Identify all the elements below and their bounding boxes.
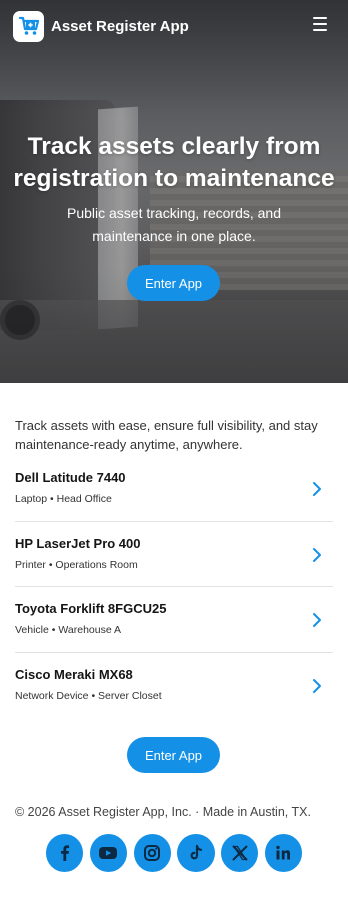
youtube-icon[interactable] xyxy=(89,834,127,872)
asset-list-item[interactable]: HP LaserJet Pro 400 Printer • Operations… xyxy=(15,522,333,587)
asset-meta: Laptop • Head Office xyxy=(15,493,112,505)
asset-name: Cisco Meraki MX68 xyxy=(15,666,133,682)
chevron-right-icon xyxy=(313,547,321,562)
asset-name: Dell Latitude 7440 xyxy=(15,470,126,485)
social-links xyxy=(46,834,302,872)
asset-list-item[interactable]: Dell Latitude 7440 Laptop • Head Office xyxy=(15,456,333,522)
app-name[interactable]: Asset Register App xyxy=(51,18,189,35)
navbar: Asset Register App xyxy=(0,0,348,52)
chevron-right-icon xyxy=(313,678,321,693)
asset-meta: Printer • Operations Room xyxy=(15,558,138,571)
chevron-right-icon xyxy=(313,613,321,627)
hamburger-menu-icon[interactable] xyxy=(313,17,327,31)
asset-name: Toyota Forklift 8FGCU25 xyxy=(15,601,167,616)
asset-meta: Network Device • Server Closet xyxy=(15,689,162,702)
app-logo-cart-icon[interactable] xyxy=(13,10,44,42)
facebook-icon[interactable] xyxy=(46,834,84,872)
page: Asset Register App Track assets clearly … xyxy=(0,0,348,902)
hero-subtitle: Public asset tracking, records, and main… xyxy=(67,205,281,244)
footer-copyright: © 2026 Asset Register App, Inc. · Made i… xyxy=(15,805,311,819)
asset-list-item[interactable]: Cisco Meraki MX68 Network Device • Serve… xyxy=(15,653,333,719)
hero-section: Asset Register App Track assets clearly … xyxy=(0,0,348,383)
tiktok-icon[interactable] xyxy=(177,834,215,872)
instagram-icon[interactable] xyxy=(133,834,171,872)
asset-meta: Vehicle • Warehouse A xyxy=(15,624,122,636)
bottom-enter-app-button[interactable]: Enter App xyxy=(127,737,220,773)
asset-name: HP LaserJet Pro 400 xyxy=(15,535,141,551)
x-icon[interactable] xyxy=(221,834,259,872)
hero-title: Track assets clearly from registration t… xyxy=(13,133,335,192)
asset-list: Dell Latitude 7440 Laptop • Head Office … xyxy=(15,456,333,718)
intro-text: Track assets with ease, ensure full visi… xyxy=(15,418,318,452)
asset-list-item[interactable]: Toyota Forklift 8FGCU25 Vehicle • Wareho… xyxy=(15,587,333,653)
linkedin-icon[interactable] xyxy=(264,834,302,872)
chevron-right-icon xyxy=(313,482,321,496)
hero-enter-app-button[interactable]: Enter App xyxy=(127,265,220,301)
